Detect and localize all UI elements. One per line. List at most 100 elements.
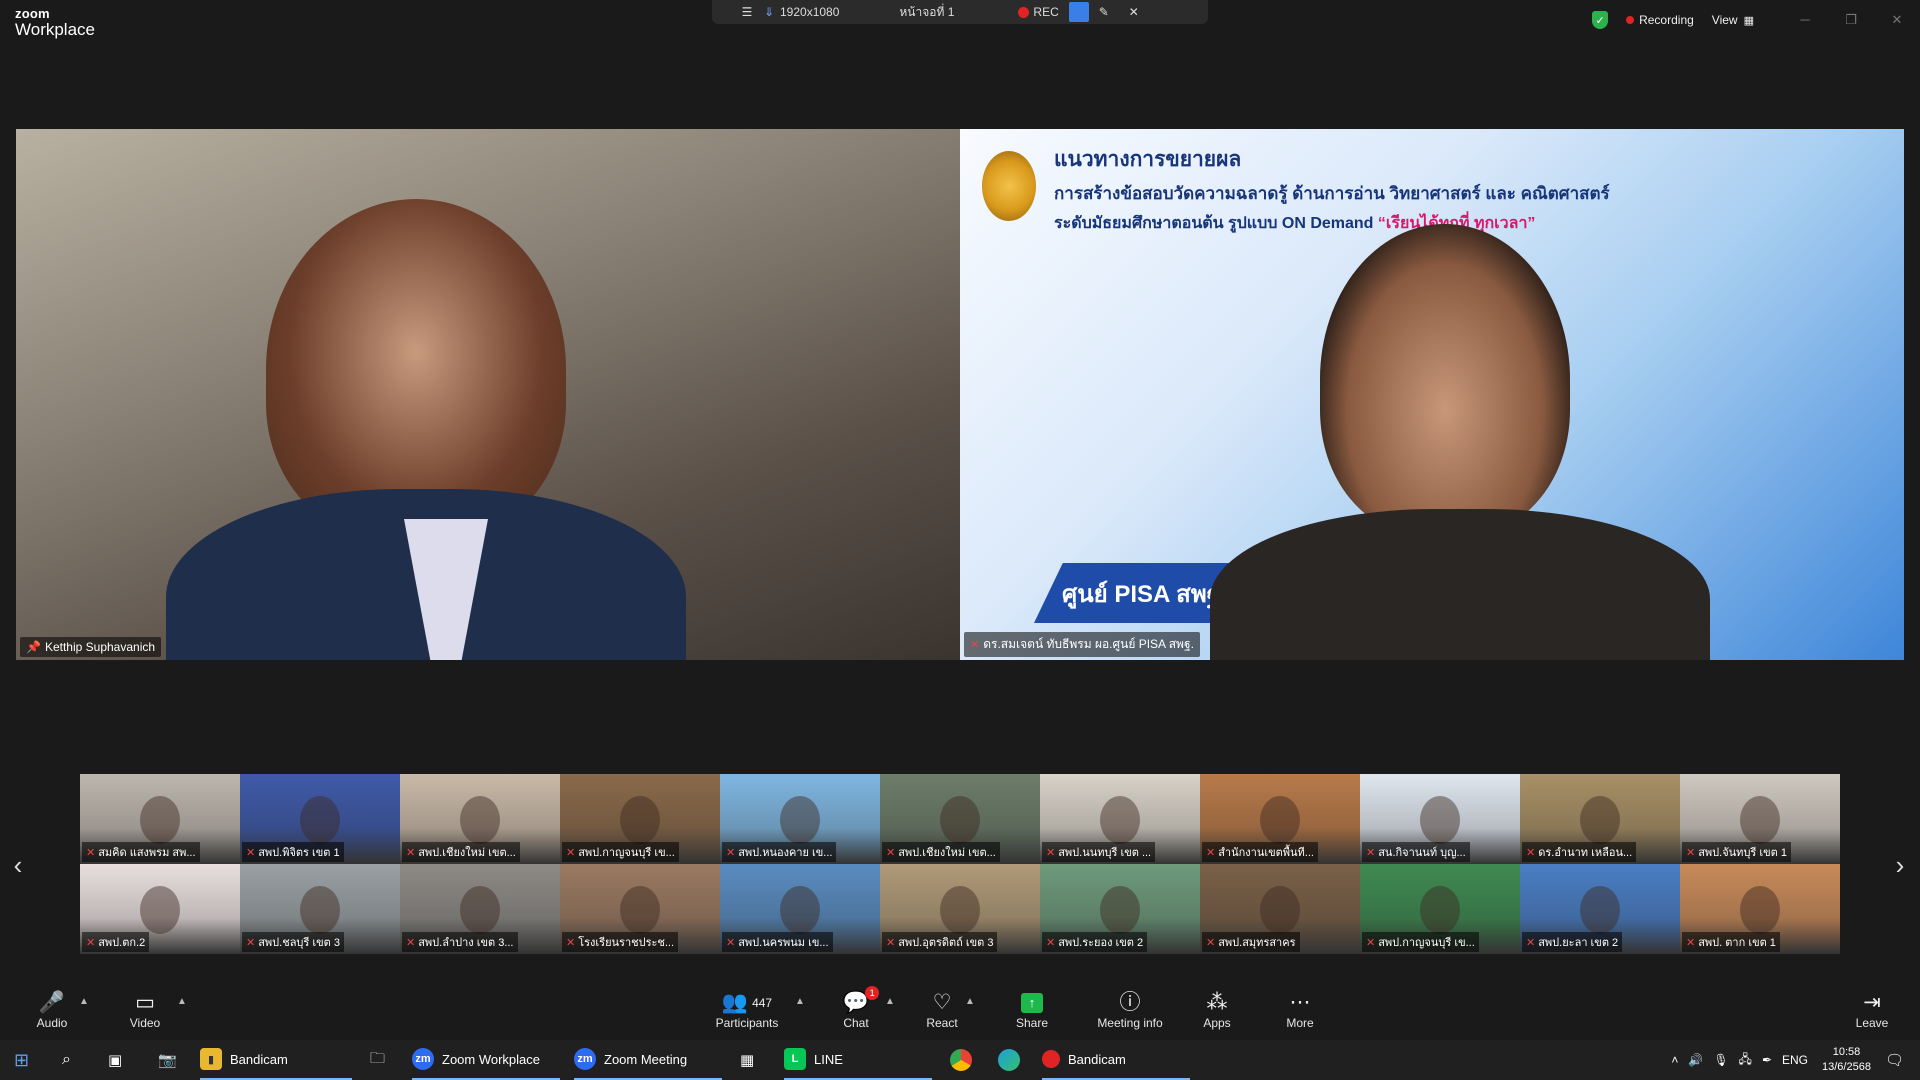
- gallery-tile[interactable]: ✕ สพป. ตาก เขต 1: [1680, 864, 1840, 954]
- gallery-name-tag: ✕ สพป.สมุทรสาคร: [1202, 932, 1300, 952]
- leave-button[interactable]: ⇥ Leave: [1852, 980, 1892, 1040]
- mic-icon[interactable]: 🎙: [1713, 1053, 1728, 1067]
- participants-count: 447: [752, 996, 773, 1010]
- gallery-tile[interactable]: ✕ สพป.นครพนม เข...: [720, 864, 880, 954]
- gallery-tile[interactable]: ✕ สพป.สมุทรสาคร: [1200, 864, 1360, 954]
- audio-options-chevron-up-icon[interactable]: ▲: [76, 980, 92, 1040]
- camera-app-icon[interactable]: 📷: [158, 1040, 177, 1080]
- participant-thumbnail: [1740, 886, 1780, 934]
- gallery-tile[interactable]: ✕ สพป.ยะลา เขต 2: [1520, 864, 1680, 954]
- taskbar-label: LINE: [814, 1051, 843, 1067]
- gallery-tile[interactable]: ✕ สพป.จันทบุรี เขต 1: [1680, 774, 1840, 864]
- recording-indicator[interactable]: Recording: [1626, 13, 1694, 27]
- notifications-icon[interactable]: 🗨: [1885, 1051, 1904, 1069]
- gallery-tile[interactable]: ✕ สพป.เชียงใหม่ เขต...: [400, 774, 560, 864]
- gallery-name-tag: ✕ สพป.ชลบุรี เขต 3: [242, 932, 344, 952]
- view-button[interactable]: View ▦: [1712, 13, 1754, 27]
- gallery-tile[interactable]: ✕ สพป.อุตรดิตถ์ เขต 3: [880, 864, 1040, 954]
- gallery-tile[interactable]: ✕ สพป.ชลบุรี เขต 3: [240, 864, 400, 954]
- chat-bubble-icon: 💬 1: [843, 986, 880, 1016]
- participant-thumbnail: [300, 796, 340, 844]
- mic-off-icon: ✕: [86, 936, 96, 949]
- gallery-name-tag: ✕ สพป.หนองคาย เข...: [722, 842, 837, 862]
- gallery-tile[interactable]: ✕ โรงเรียนราชประช...: [560, 864, 720, 954]
- capture-button[interactable]: [1068, 2, 1089, 22]
- taskbar-item-bandicam-folder[interactable]: ▮ Bandicam: [200, 1040, 352, 1080]
- gallery-tile[interactable]: ✕ สพป.ระยอง เขต 2: [1040, 864, 1200, 954]
- window-close-icon[interactable]: ✕: [1874, 12, 1920, 28]
- menu-icon[interactable]: ☰: [732, 0, 762, 24]
- share-button[interactable]: ↑ Share: [1010, 980, 1054, 1040]
- taskbar-item-zoom-workplace[interactable]: zm Zoom Workplace: [412, 1040, 560, 1080]
- task-view-icon[interactable]: ▣: [108, 1040, 122, 1080]
- speaker-video-1[interactable]: 📌 Ketthip Suphavanich: [16, 129, 960, 660]
- gallery-tile[interactable]: ✕ สำนักงานเขตพื้นที...: [1200, 774, 1360, 864]
- mic-off-icon: ✕: [1366, 846, 1376, 859]
- gallery-participant-name: สพป.กาญจนบุรี เข...: [1378, 937, 1475, 949]
- gallery-tile[interactable]: ✕ สพป.ตก.2: [80, 864, 240, 954]
- video-button[interactable]: ▭ Video: [120, 980, 170, 1040]
- clock-date: 13/6/2568: [1822, 1061, 1871, 1073]
- apps-icon: ⁂: [1206, 991, 1228, 1014]
- pen-icon[interactable]: ✒: [1762, 1053, 1772, 1067]
- screen-page-label[interactable]: หน้าจอที่ 1: [899, 0, 954, 24]
- speaker-video-2[interactable]: แนวทางการขยายผล การสร้างข้อสอบวัดความฉลา…: [960, 129, 1904, 660]
- taskbar-item-line[interactable]: L LINE: [784, 1040, 932, 1080]
- gallery-tile[interactable]: ✕ สพป.กาญจนบุรี เข...: [560, 774, 720, 864]
- clock[interactable]: 10:58 13/6/2568: [1822, 1045, 1871, 1075]
- participant-image: [266, 199, 566, 539]
- chat-chevron-up-icon[interactable]: ▲: [882, 980, 898, 1040]
- windows-start-icon[interactable]: ⊞: [14, 1040, 29, 1080]
- resolution-label[interactable]: 1920x1080: [780, 0, 839, 24]
- chrome-icon[interactable]: [950, 1040, 972, 1080]
- gallery-next-button[interactable]: ›: [1888, 850, 1912, 881]
- gallery-tile[interactable]: ✕ สมคิด แสงพรม สพ...: [80, 774, 240, 864]
- video-options-chevron-up-icon[interactable]: ▲: [174, 980, 190, 1040]
- gallery-prev-button[interactable]: ‹: [6, 850, 30, 881]
- gallery-tile[interactable]: ✕ สน.กิจานนท์ บุญ...: [1360, 774, 1520, 864]
- gallery-tile[interactable]: ✕ สพป.นนทบุรี เขต ...: [1040, 774, 1200, 864]
- gallery-tile[interactable]: ✕ ดร.อำนาท เหลือน...: [1520, 774, 1680, 864]
- rec-button[interactable]: REC: [1018, 0, 1059, 24]
- more-button[interactable]: ⋯ More: [1280, 980, 1320, 1040]
- react-chevron-up-icon[interactable]: ▲: [962, 980, 978, 1040]
- pin-icon[interactable]: ⇓: [762, 0, 776, 24]
- gallery-tile[interactable]: ✕ สพป.ลำปาง เขต 3...: [400, 864, 560, 954]
- gallery-tile[interactable]: ✕ สพป.กาญจนบุรี เข...: [1360, 864, 1520, 954]
- gallery-tile[interactable]: ✕ สพป.เชียงใหม่ เขต...: [880, 774, 1040, 864]
- mic-off-icon: ✕: [406, 936, 416, 949]
- chat-button[interactable]: 💬 1 Chat: [836, 980, 880, 1040]
- gallery-tile[interactable]: ✕ สพป.พิจิตร เขต 1: [240, 774, 400, 864]
- react-button[interactable]: ♡ React: [922, 980, 962, 1040]
- restore-icon[interactable]: ❐: [1828, 12, 1874, 28]
- close-icon[interactable]: ✕: [1119, 0, 1149, 24]
- participants-button[interactable]: 👥 447 Participants: [712, 980, 782, 1040]
- shield-check-icon[interactable]: ✓: [1592, 11, 1609, 29]
- network-icon[interactable]: 🖧: [1739, 1050, 1752, 1071]
- pencil-icon[interactable]: ✎: [1089, 0, 1119, 24]
- calculator-icon[interactable]: ▦: [740, 1040, 754, 1080]
- taskbar-item-zoom-meeting[interactable]: zm Zoom Meeting: [574, 1040, 722, 1080]
- gallery-name-tag: ✕ สพป.เชียงใหม่ เขต...: [402, 842, 520, 862]
- mic-off-icon: ✕: [86, 846, 96, 859]
- bandicam-toolbar: ☰ ⇓ 1920x1080 หน้าจอที่ 1 REC ✎ ✕: [712, 0, 1208, 24]
- recording-label: Recording: [1639, 13, 1694, 27]
- participants-chevron-up-icon[interactable]: ▲: [792, 980, 808, 1040]
- file-explorer-icon[interactable]: 🗀: [370, 1040, 385, 1080]
- language-indicator[interactable]: ENG: [1782, 1053, 1808, 1067]
- gallery-name-tag: ✕ ดร.อำนาท เหลือน...: [1522, 842, 1637, 862]
- participant-thumbnail: [1260, 886, 1300, 934]
- edge-icon[interactable]: [998, 1040, 1020, 1080]
- meeting-info-button[interactable]: ⓘ Meeting info: [1090, 980, 1170, 1040]
- gallery-participant-name: สพป.นนทบุรี เขต ...: [1058, 847, 1152, 859]
- minimize-icon[interactable]: ─: [1782, 12, 1828, 28]
- taskbar-item-bandicam[interactable]: Bandicam: [1042, 1040, 1190, 1080]
- tray-chevron-up-icon[interactable]: ˄: [1671, 1053, 1678, 1067]
- volume-icon[interactable]: 🔊: [1688, 1053, 1703, 1067]
- gallery-name-tag: ✕ สพป.กาญจนบุรี เข...: [562, 842, 679, 862]
- rec-dot-icon: [1018, 6, 1030, 18]
- audio-button[interactable]: 🎤 Audio: [28, 980, 76, 1040]
- search-icon[interactable]: ⌕: [62, 1040, 71, 1080]
- apps-button[interactable]: ⁂ Apps: [1197, 980, 1237, 1040]
- gallery-tile[interactable]: ✕ สพป.หนองคาย เข...: [720, 774, 880, 864]
